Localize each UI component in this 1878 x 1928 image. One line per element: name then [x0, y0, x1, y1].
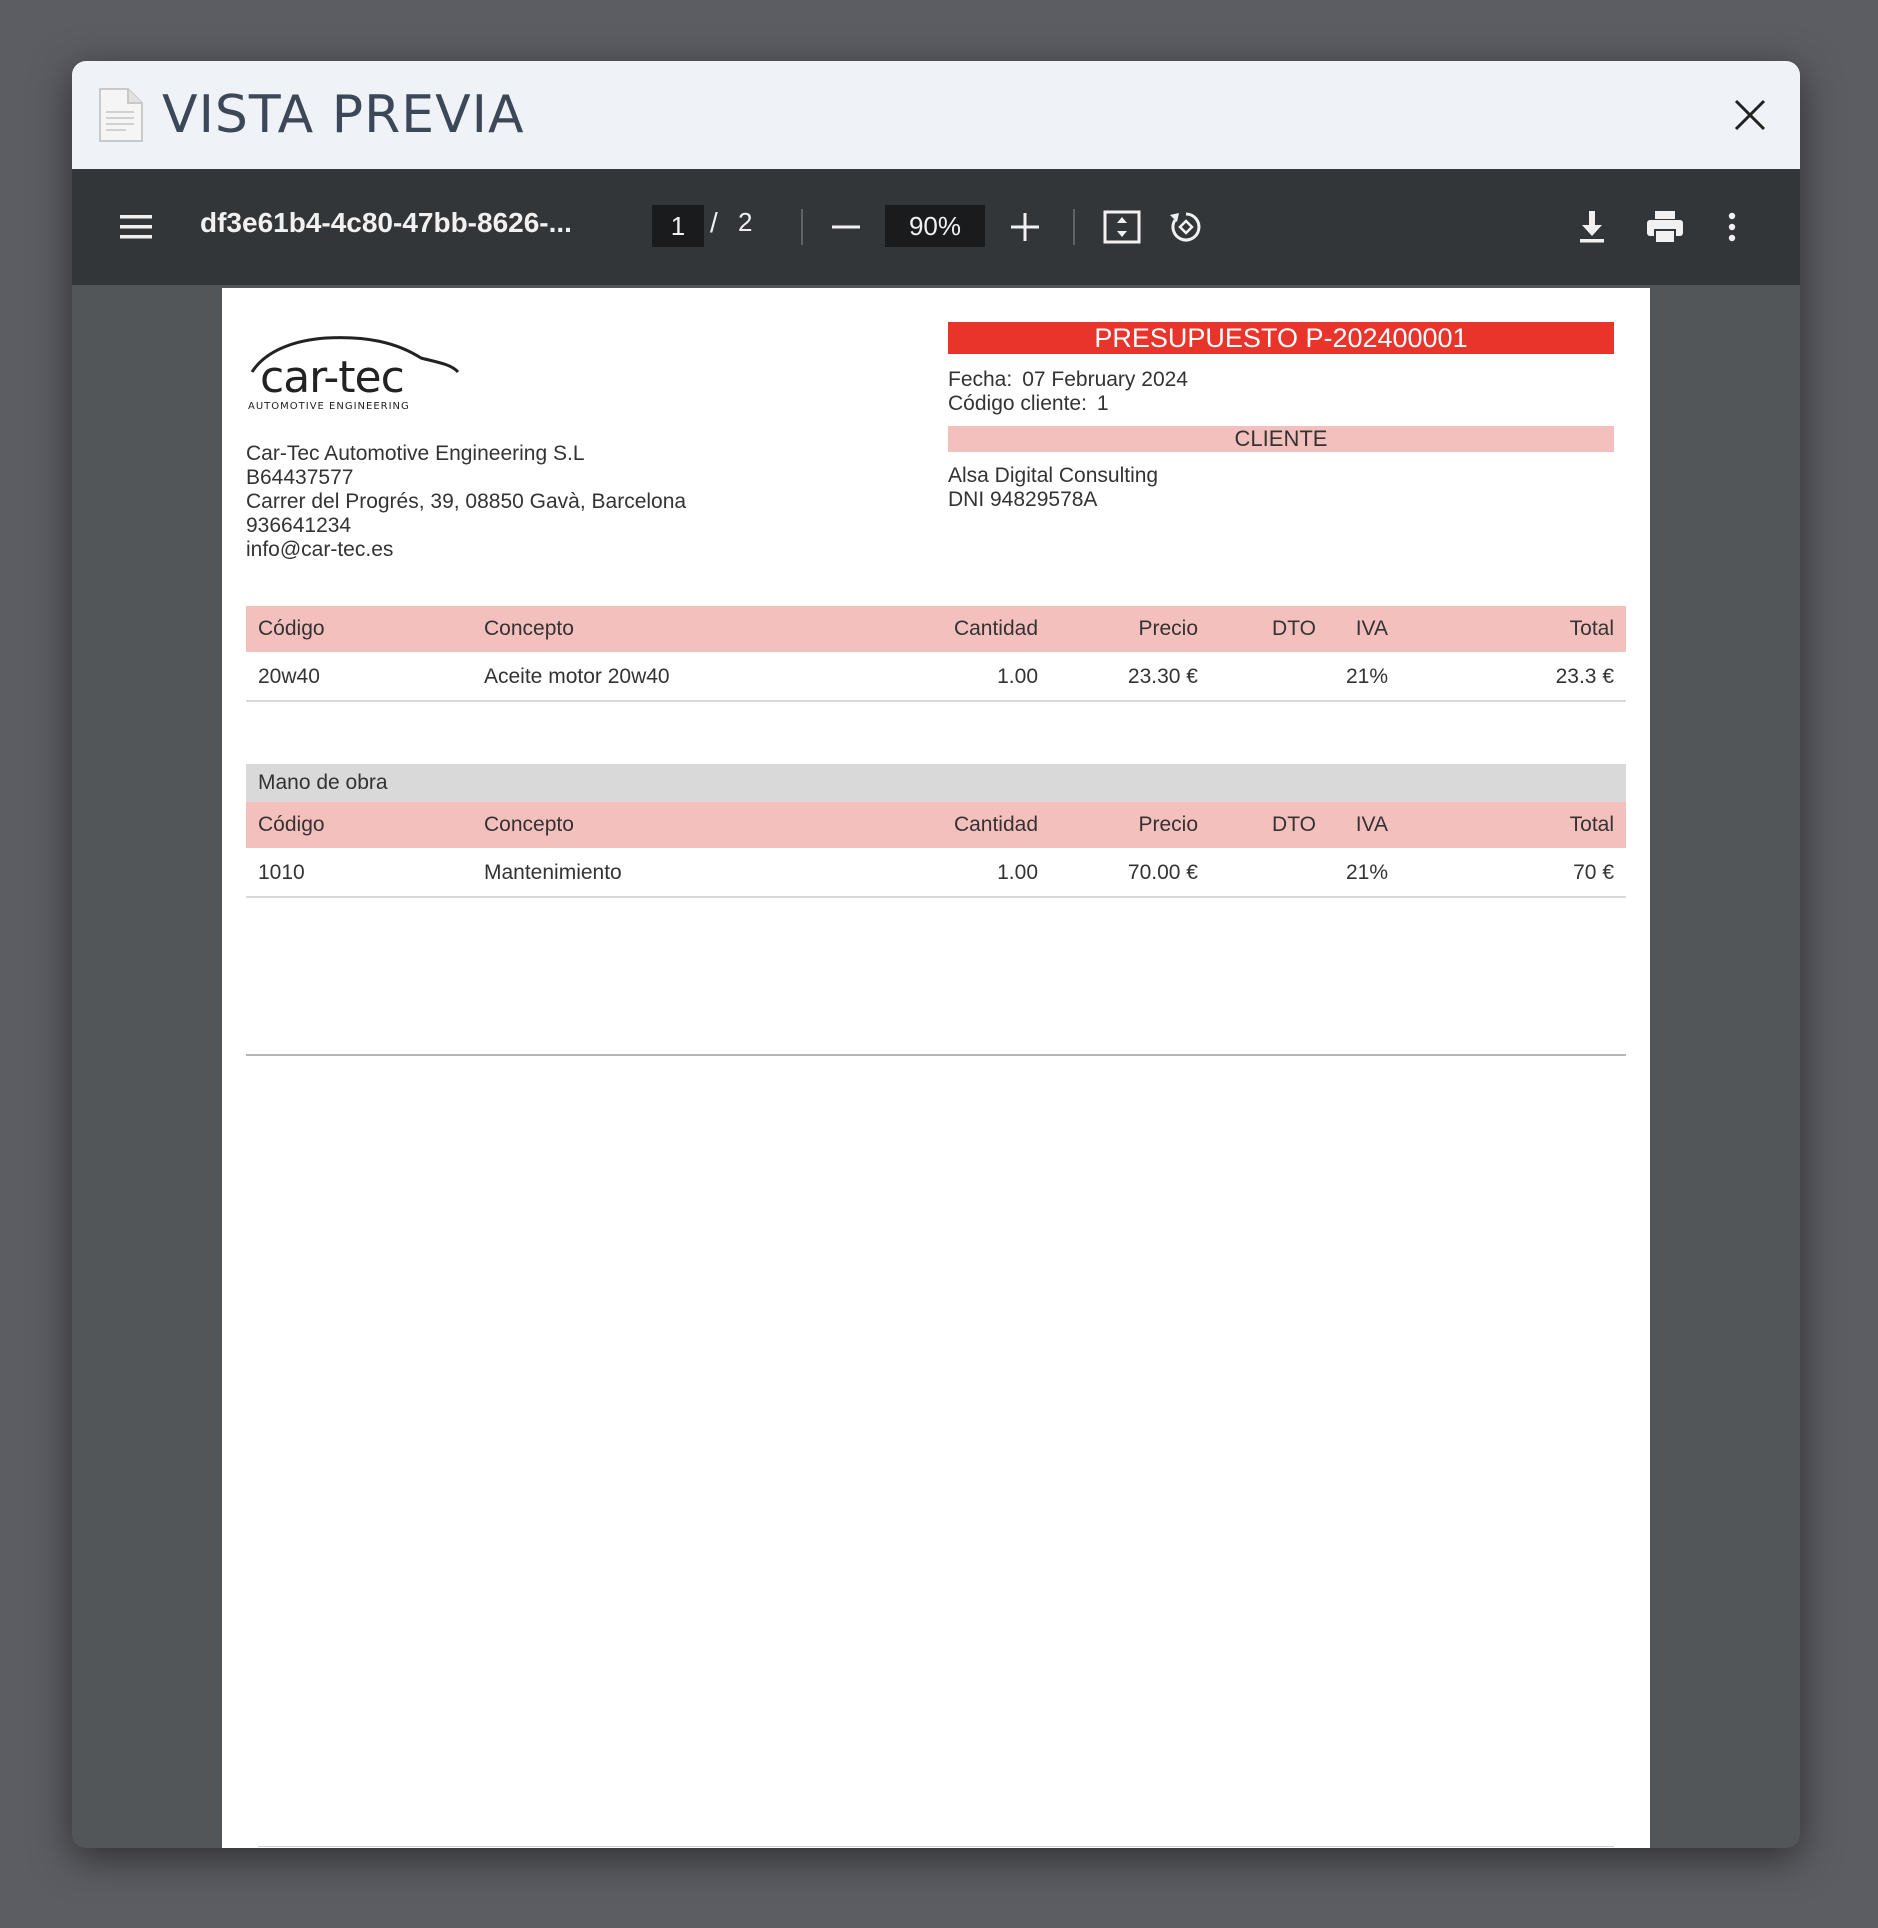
pdf-filename: df3e61b4-4c80-47bb-8626-...	[200, 207, 572, 238]
col-cantidad: Cantidad	[953, 813, 1038, 836]
labor-table: Mano de obra Código Concepto Cantidad Pr…	[246, 764, 1626, 898]
totals-divider	[246, 1054, 1626, 1056]
close-icon[interactable]	[1730, 95, 1770, 135]
toolbar-divider	[801, 209, 803, 245]
col-concepto: Concepto	[484, 813, 574, 836]
menu-icon[interactable]	[118, 209, 154, 245]
cell-precio: 23.30 €	[1127, 665, 1198, 688]
modal-title: VISTA PREVIA	[162, 85, 525, 145]
cell-total: 70 €	[1573, 861, 1614, 884]
col-dto: DTO	[1272, 617, 1316, 640]
zoom-level[interactable]: 90%	[885, 205, 985, 247]
company-phone: 936641234	[246, 514, 352, 537]
toolbar-divider	[1073, 209, 1075, 245]
pdf-toolbar: df3e61b4-4c80-47bb-8626-... 1 / 2 90%	[72, 169, 1800, 285]
print-icon[interactable]	[1644, 207, 1686, 247]
fecha-label: Fecha:	[948, 368, 1013, 391]
cell-precio: 70.00 €	[1127, 861, 1198, 884]
company-name: Car-Tec Automotive Engineering S.L	[246, 442, 585, 465]
cell-cantidad: 1.00	[997, 861, 1038, 884]
cell-cantidad: 1.00	[997, 665, 1038, 688]
table-row: 1010 Mantenimiento 1.00 70.00 € 21% 70 €	[246, 848, 1626, 898]
labor-section-label: Mano de obra	[258, 771, 388, 794]
cell-codigo: 1010	[258, 861, 305, 884]
company-logo: car-tec AUTOMOTIVE ENGINEERING	[248, 336, 460, 412]
table-header: Código Concepto Cantidad Precio DTO IVA …	[246, 606, 1626, 652]
col-precio: Precio	[1138, 813, 1198, 836]
fecha-value: 07 February 2024	[1022, 368, 1188, 391]
company-cif: B64437577	[246, 466, 354, 489]
document-icon	[99, 88, 143, 142]
page-number-input[interactable]: 1	[652, 205, 704, 247]
page-total: 2	[738, 207, 753, 237]
labor-section-header: Mano de obra	[246, 764, 1626, 802]
quote-meta: Fecha: 07 February 2024 Código cliente: 1	[948, 368, 1198, 416]
company-info: Car-Tec Automotive Engineering S.L B6443…	[246, 442, 686, 562]
cell-concepto: Mantenimiento	[484, 861, 622, 884]
download-icon[interactable]	[1572, 207, 1612, 247]
rotate-icon[interactable]	[1166, 207, 1206, 247]
page-separator: /	[710, 207, 718, 238]
col-iva: IVA	[1355, 617, 1388, 640]
col-codigo: Código	[258, 617, 325, 640]
cell-concepto: Aceite motor 20w40	[484, 665, 670, 688]
table-header: Código Concepto Cantidad Precio DTO IVA …	[246, 802, 1626, 848]
fit-page-icon[interactable]	[1102, 207, 1142, 247]
modal-header: VISTA PREVIA	[72, 61, 1800, 169]
col-codigo: Código	[258, 813, 325, 836]
company-email: info@car-tec.es	[246, 538, 394, 561]
cliente-info: Alsa Digital Consulting DNI 94829578A	[948, 464, 1158, 512]
more-options-icon[interactable]	[1722, 207, 1742, 247]
col-precio: Precio	[1138, 617, 1198, 640]
quote-title: PRESUPUESTO P-202400001	[948, 322, 1614, 354]
zoom-in-icon[interactable]	[1007, 209, 1043, 245]
cell-codigo: 20w40	[258, 665, 320, 688]
cliente-header: CLIENTE	[948, 426, 1614, 452]
zoom-out-icon[interactable]	[828, 209, 864, 245]
col-dto: DTO	[1272, 813, 1316, 836]
cliente-name: Alsa Digital Consulting	[948, 464, 1159, 487]
codigo-cliente-value: 1	[1096, 392, 1109, 415]
col-total: Total	[1569, 617, 1614, 640]
col-concepto: Concepto	[484, 617, 574, 640]
cliente-dni: DNI 94829578A	[948, 488, 1098, 511]
cell-iva: 21%	[1345, 861, 1388, 884]
col-cantidad: Cantidad	[953, 617, 1038, 640]
pdf-page: car-tec AUTOMOTIVE ENGINEERING Car-Tec A…	[222, 288, 1650, 1848]
items-table: Código Concepto Cantidad Precio DTO IVA …	[246, 606, 1626, 702]
preview-modal: VISTA PREVIA df3e61b4-4c80-47bb-8626-...…	[72, 61, 1800, 1848]
col-iva: IVA	[1355, 813, 1388, 836]
col-total: Total	[1569, 813, 1614, 836]
cell-iva: 21%	[1345, 665, 1388, 688]
svg-text:car-tec: car-tec	[260, 352, 404, 403]
svg-text:AUTOMOTIVE ENGINEERING: AUTOMOTIVE ENGINEERING	[248, 401, 410, 412]
cell-total: 23.3 €	[1555, 665, 1614, 688]
table-row: 20w40 Aceite motor 20w40 1.00 23.30 € 21…	[246, 652, 1626, 702]
company-address: Carrer del Progrés, 39, 08850 Gavà, Barc…	[246, 490, 687, 513]
footer-divider	[258, 1846, 1614, 1847]
codigo-cliente-label: Código cliente:	[948, 392, 1087, 415]
